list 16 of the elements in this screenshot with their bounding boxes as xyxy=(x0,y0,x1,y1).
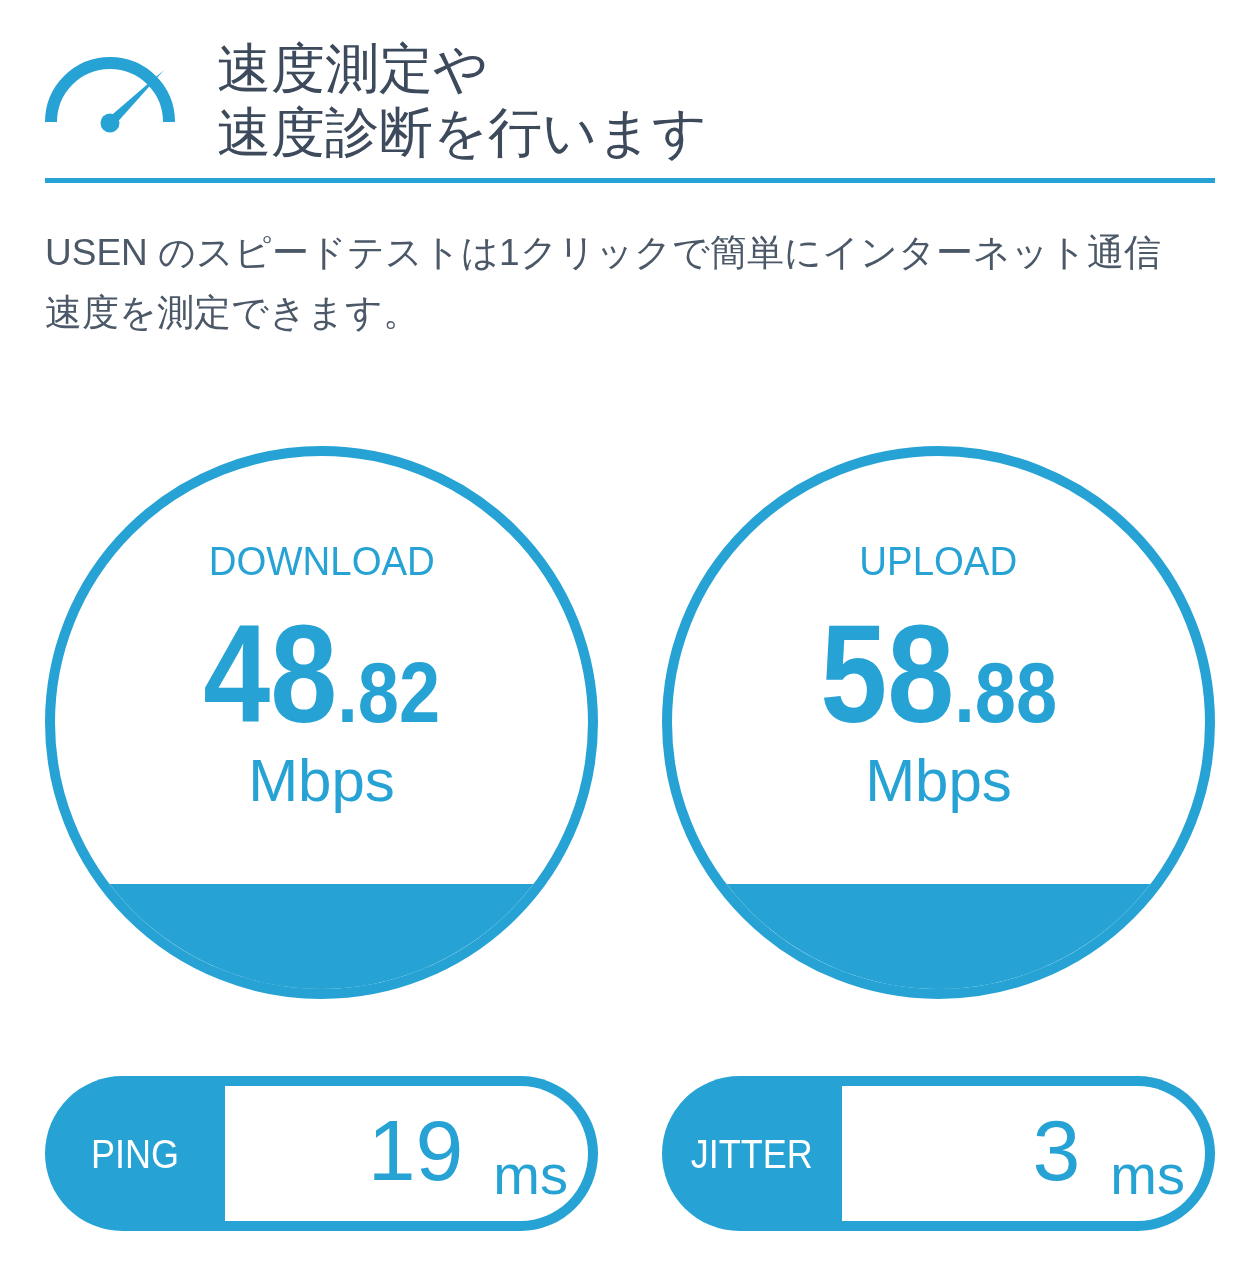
stat-label: JITTER xyxy=(691,1133,813,1174)
description-text: USEN のスピードテストは1クリックで簡単にインターネット通信速度を測定できます。 xyxy=(45,231,1162,335)
result-label: UPLOAD xyxy=(859,541,1018,581)
stat-unit: ms xyxy=(1110,1147,1185,1203)
speedometer-icon xyxy=(45,57,175,133)
stat-unit: ms xyxy=(493,1147,568,1203)
stat-value: 19 xyxy=(367,1107,464,1193)
speed-value: 58.88 xyxy=(820,604,1057,744)
stat-value: 3 xyxy=(1032,1107,1081,1193)
stat-label: PING xyxy=(91,1133,179,1174)
speed-value: 48.82 xyxy=(203,604,440,744)
speed-unit: Mbps xyxy=(248,751,395,811)
result-label: DOWNLOAD xyxy=(208,541,435,581)
page-title-line: 速度測定や xyxy=(217,37,488,100)
page-title-line: 速度診断を行います xyxy=(217,101,707,164)
speed-unit: Mbps xyxy=(865,751,1012,811)
